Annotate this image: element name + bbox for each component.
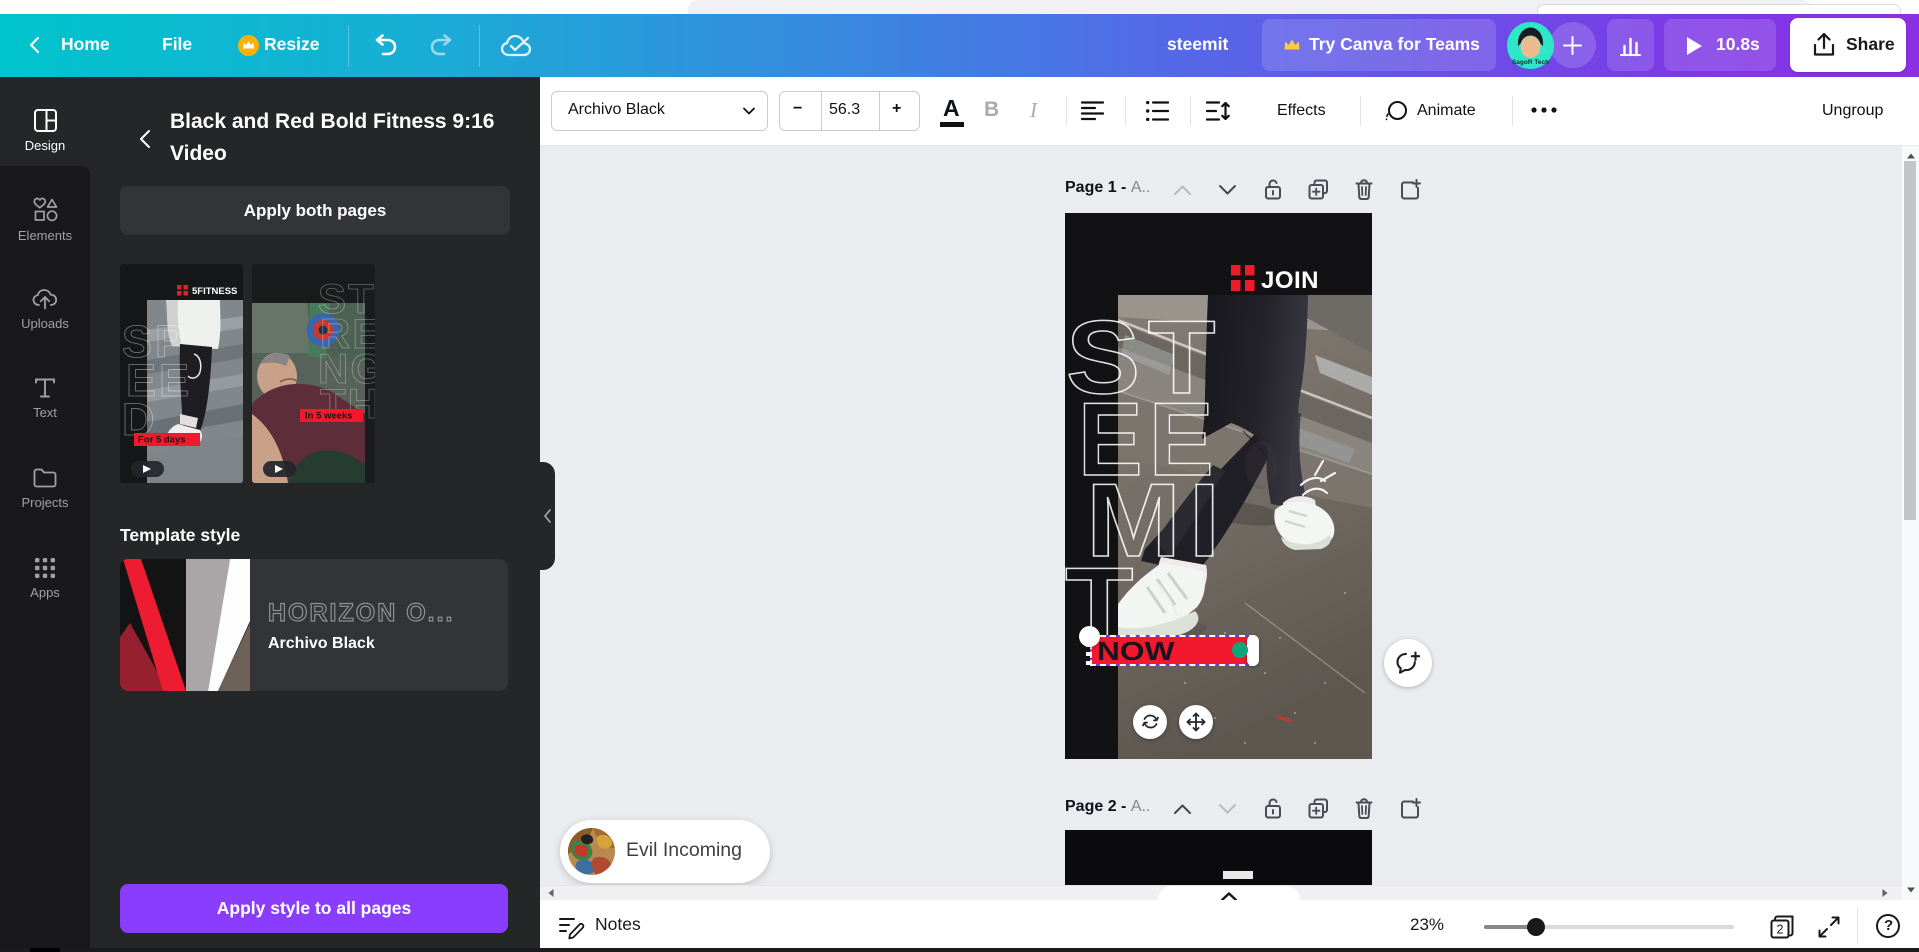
svg-text:2: 2: [1777, 923, 1784, 937]
svg-text:SagoR Tech: SagoR Tech: [1512, 59, 1549, 66]
svg-text:5FITNESS: 5FITNESS: [192, 286, 237, 297]
svg-text:In 5 weeks: In 5 weeks: [305, 411, 353, 422]
svg-text:JOIN: JOIN: [1261, 267, 1319, 294]
svg-text:For 5 days: For 5 days: [138, 435, 186, 446]
